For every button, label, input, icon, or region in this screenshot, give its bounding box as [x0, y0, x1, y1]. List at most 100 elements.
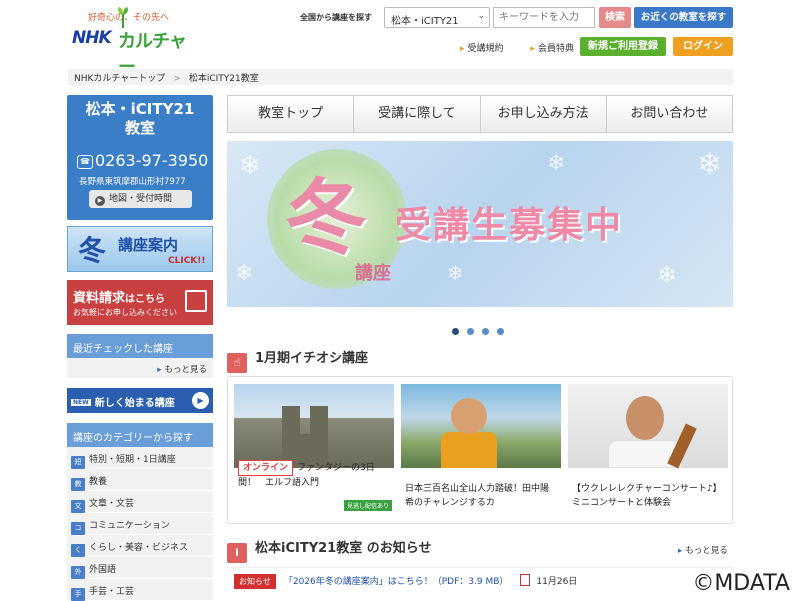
- keyword-input[interactable]: [493, 7, 595, 28]
- arrow-right-circle-icon: ▶: [192, 392, 209, 409]
- school-name: 松本・iCITY21教室: [85, 100, 195, 137]
- breadcrumb-current: 松本iCITY21教室: [188, 74, 259, 84]
- nearby-school-button[interactable]: お近くの教室を探す: [634, 7, 733, 28]
- tab-school-top[interactable]: 教室トップ: [228, 96, 355, 132]
- map-button[interactable]: ▶ 地図・受付時間: [89, 190, 192, 208]
- school-address: 長野県東筑摩郡山形村7977: [79, 177, 186, 187]
- carousel-dot[interactable]: [497, 328, 504, 335]
- category-item[interactable]: ココミュニケーション: [67, 513, 213, 535]
- category-icon: 手: [71, 588, 85, 601]
- header-sublinks: ▸ 受講規約 ▸ 会員特典: [460, 41, 598, 54]
- main-tabs: 教室トップ 受講に際して お申し込み方法 お問い合わせ: [227, 95, 733, 133]
- terms-link[interactable]: ▸ 受講規約: [460, 44, 516, 54]
- pdf-icon: [520, 574, 531, 586]
- book-icon: [185, 290, 207, 312]
- map-button-label: 地図・受付時間: [109, 194, 173, 204]
- recent-more-link[interactable]: ▸ もっと見る: [67, 358, 213, 378]
- member-link-label: 会員特典: [537, 44, 574, 54]
- arrow-right-icon: ▸: [460, 44, 465, 54]
- snowflake-icon: ❄: [235, 261, 254, 286]
- play-icon: ▶: [95, 196, 105, 206]
- pointing-hand-icon: ☝: [227, 353, 247, 373]
- school-select-value: 松本・iCITY21: [391, 16, 459, 27]
- doc-banner-sub: お気軽にお申し込みください: [73, 308, 177, 317]
- category-item[interactable]: 手手芸・工芸: [67, 579, 213, 601]
- hero-headline: 受講生募集中: [395, 204, 624, 246]
- online-badge: オンライン: [238, 460, 294, 476]
- course-image: [568, 384, 728, 469]
- breadcrumb-home[interactable]: NHKカルチャートップ: [74, 74, 165, 84]
- breadcrumb-separator: >: [173, 74, 181, 84]
- hero-koza: 講座: [355, 263, 391, 284]
- site-logo[interactable]: 好奇心の、その先へ NHK カルチャー: [72, 6, 192, 78]
- category-icon: 外: [71, 566, 85, 579]
- register-button[interactable]: 新規ご利用登録: [580, 37, 666, 56]
- course-image: [234, 384, 394, 468]
- phone-icon: ☎: [77, 155, 93, 169]
- category-label: くらし・美容・ビジネス: [89, 543, 189, 553]
- news-badge: お知らせ: [234, 574, 276, 589]
- search-button[interactable]: 検索: [599, 7, 631, 28]
- category-icon: く: [71, 544, 85, 557]
- document-request-banner[interactable]: 資料請求はこちら お気軽にお申し込みください: [67, 280, 213, 325]
- category-item[interactable]: 教教養: [67, 469, 213, 491]
- new-badge: NEW: [71, 399, 91, 406]
- category-item[interactable]: くくらし・美容・ビジネス: [67, 535, 213, 557]
- tab-enrollment-notes[interactable]: 受講に際して: [354, 96, 481, 132]
- course-caption: 日本三百名山全山人力踏破！田中陽希のチャレンジするカ: [405, 484, 550, 508]
- category-icon: コ: [71, 522, 85, 535]
- winter-kanji: 冬: [78, 234, 107, 267]
- category-label: 教養: [89, 477, 108, 487]
- news-link[interactable]: 「2026年冬の講座案内」はこちら！（PDF：3.9 MB）: [284, 577, 509, 587]
- course-card[interactable]: オンライン ファンタジーの3日間！ エルフ語入門 見逃し配信あり: [234, 384, 394, 518]
- course-image: [401, 384, 561, 468]
- logo-nhk: NHK: [72, 28, 112, 48]
- category-label: 文章・文芸: [89, 499, 135, 509]
- snowflake-icon: ❄: [447, 261, 464, 285]
- doc-banner-title: 資料請求はこちら: [73, 287, 165, 306]
- replay-tag: 見逃し配信あり: [344, 500, 393, 511]
- winter-course-banner[interactable]: 冬 講座案内 CLICK!!: [67, 226, 213, 272]
- hiker-face: [451, 398, 487, 434]
- carousel-dots: [452, 320, 512, 339]
- featured-title: ☝ 1月期イチオシ講座: [227, 347, 368, 373]
- category-icon: 短: [71, 456, 85, 469]
- tab-contact[interactable]: お問い合わせ: [607, 96, 732, 132]
- recent-more-label: もっと見る: [164, 365, 207, 375]
- snowflake-icon: ❄: [547, 151, 566, 176]
- terms-link-label: 受講規約: [467, 44, 504, 54]
- course-card[interactable]: 【ウクレレレクチャーコンサート♪】 ミニコンサートと体験会: [568, 384, 728, 518]
- doc-title-small: はこちら: [125, 294, 166, 305]
- category-item[interactable]: 短特別・短期・1日講座: [67, 447, 213, 469]
- member-link[interactable]: ▸ 会員特典: [530, 44, 586, 54]
- winter-banner-text: 講座案内: [118, 236, 179, 254]
- hero-banner[interactable]: ❄ ❄ ❄ ❄ ❄ ❄ 冬 講座 受講生募集中: [227, 141, 733, 307]
- copyright-watermark: ©MDATA: [692, 571, 790, 596]
- carousel-dot[interactable]: [482, 328, 489, 335]
- carousel-dot[interactable]: [452, 328, 459, 335]
- snowflake-icon: ❄: [657, 261, 678, 289]
- tab-how-to-apply[interactable]: お申し込み方法: [481, 96, 607, 132]
- category-label: 特別・短期・1日講座: [89, 455, 176, 465]
- featured-title-label: 1月期イチオシ講座: [255, 351, 369, 366]
- winter-click: CLICK!!: [168, 256, 206, 266]
- new-courses-link[interactable]: NEW 新しく始まる講座 ▶: [67, 388, 213, 413]
- category-label: 手芸・工芸: [89, 587, 135, 597]
- course-caption: 【ウクレレレクチャーコンサート♪】 ミニコンサートと体験会: [572, 484, 727, 508]
- course-card[interactable]: 日本三百名山全山人力踏破！田中陽希のチャレンジするカ: [401, 384, 561, 518]
- arrow-right-icon: ▸: [157, 365, 162, 375]
- news-more-link[interactable]: ▸ もっと見る: [678, 544, 728, 556]
- login-button[interactable]: ログイン: [673, 37, 733, 56]
- school-select[interactable]: 松本・iCITY21 ⌄: [384, 7, 490, 28]
- snowflake-icon: ❄: [239, 151, 261, 181]
- category-label: 外国語: [89, 565, 117, 575]
- news-title-label: 松本iCITY21教室 のお知らせ: [255, 541, 432, 556]
- category-item[interactable]: 文文章・文芸: [67, 491, 213, 513]
- category-item[interactable]: 外外国語: [67, 557, 213, 579]
- news-title: i 松本iCITY21教室 のお知らせ: [227, 537, 431, 563]
- chevron-down-icon: ⌄: [477, 11, 485, 21]
- hero-season: 冬: [285, 170, 368, 266]
- search-label: 全国から講座を探す: [300, 13, 372, 22]
- carousel-dot[interactable]: [467, 328, 474, 335]
- news-item[interactable]: お知らせ 「2026年冬の講座案内」はこちら！（PDF：3.9 MB） 11月26日: [227, 567, 733, 593]
